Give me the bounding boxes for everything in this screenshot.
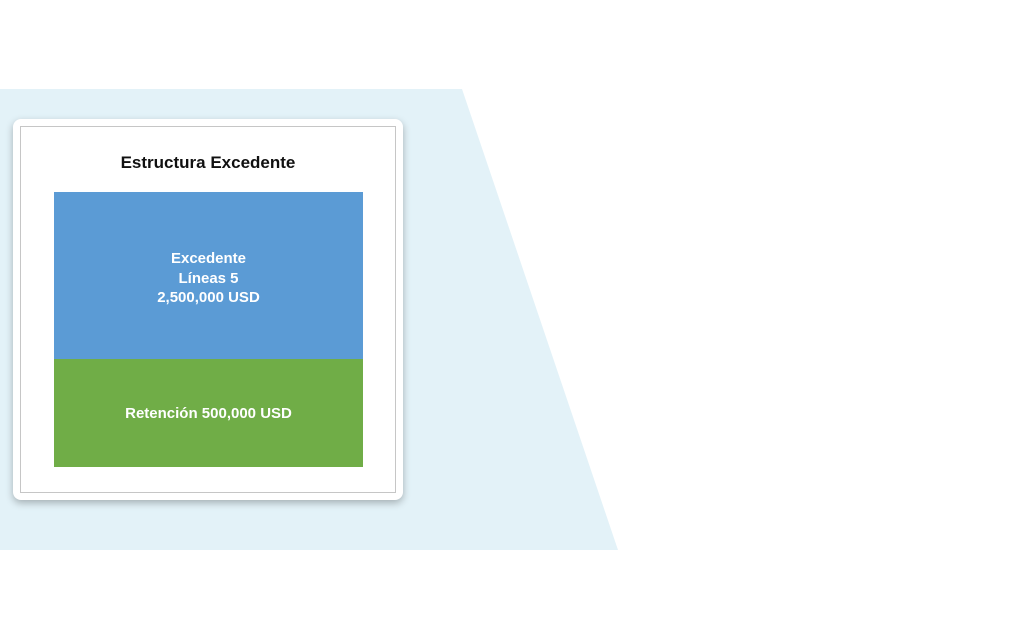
excess-layer-text: Excedente Líneas 5 2,500,000 USD [54, 249, 363, 308]
excess-layer-amount: 2,500,000 USD [157, 289, 260, 306]
excess-layer: Excedente Líneas 5 2,500,000 USD [54, 192, 363, 359]
diagram-card: Estructura Excedente Excedente Líneas 5 … [13, 119, 403, 500]
excess-layer-name: Excedente [170, 250, 247, 267]
retention-layer-label: Retención 500,000 USD [125, 405, 292, 422]
diagram-frame: Estructura Excedente Excedente Líneas 5 … [20, 126, 396, 493]
diagram-title: Estructura Excedente [120, 153, 296, 172]
excess-layer-lines: Líneas 5 [178, 269, 239, 287]
retention-layer: Retención 500,000 USD [54, 359, 363, 467]
